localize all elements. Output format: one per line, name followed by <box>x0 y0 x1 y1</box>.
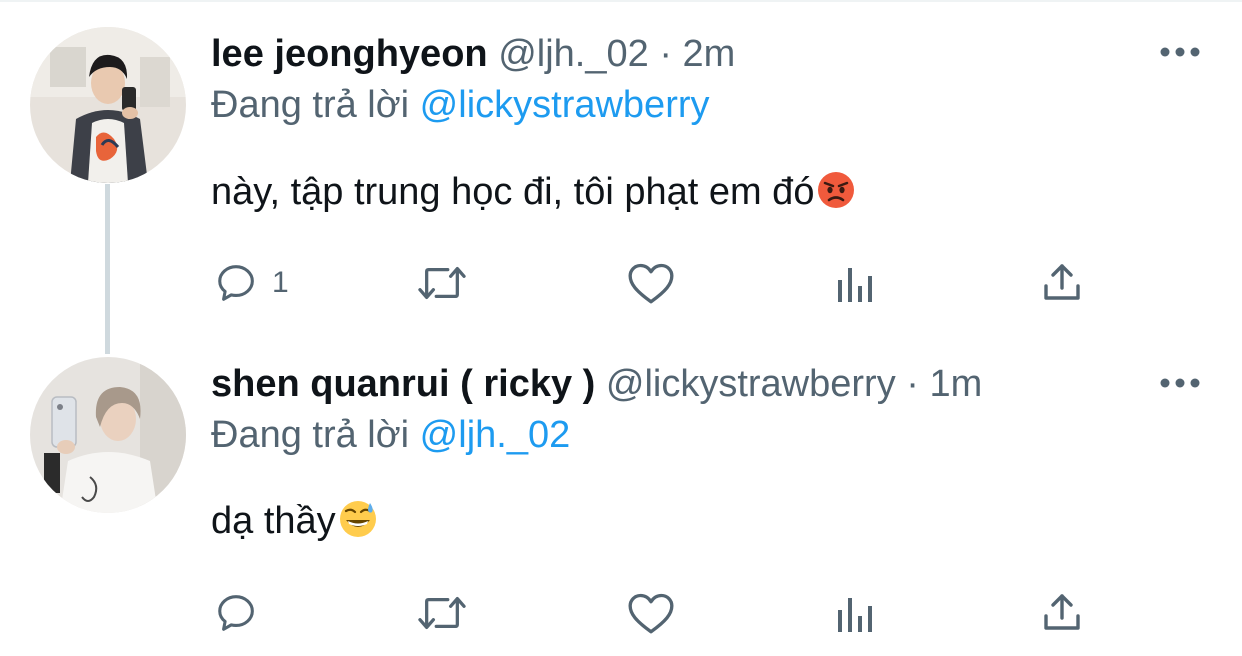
retweet-icon <box>418 596 466 630</box>
author-handle[interactable]: @ljh._02 <box>498 33 649 75</box>
retweet-button[interactable] <box>414 590 470 636</box>
tweet-text: dạ thầy <box>211 499 378 543</box>
like-icon <box>628 263 674 304</box>
separator-dot: · <box>906 363 919 405</box>
like-button[interactable] <box>626 260 676 306</box>
replying-to-mention[interactable]: @ljh._02 <box>420 414 571 456</box>
analytics-button[interactable] <box>834 262 878 304</box>
author-name[interactable]: lee jeonghyeon <box>211 33 488 75</box>
avatar-photo-image <box>30 357 186 513</box>
tweet-text: này, tập trung học đi, tôi phạt em đó <box>211 170 856 214</box>
retweet-button[interactable] <box>414 260 470 306</box>
tweet-header: lee jeonghyeon @ljh._02 · 2m <box>211 26 735 82</box>
share-icon <box>1044 264 1080 300</box>
more-icon[interactable] <box>1158 42 1202 62</box>
replying-to-label: Đang trả lời <box>211 84 410 126</box>
analytics-icon <box>838 598 872 632</box>
tweet-text-content: này, tập trung học đi, tôi phạt em đó <box>211 171 815 213</box>
more-icon[interactable] <box>1158 373 1202 393</box>
retweet-icon <box>418 266 466 300</box>
tweet-header: shen quanrui ( ricky ) @lickystrawberry … <box>211 356 982 412</box>
reply-count: 1 <box>272 266 289 299</box>
tweet-timestamp[interactable]: 1m <box>929 363 982 405</box>
replying-to-line: Đang trả lời @ljh._02 <box>211 414 570 457</box>
analytics-button[interactable] <box>834 592 878 634</box>
share-button[interactable] <box>1040 260 1084 304</box>
reply-button[interactable] <box>214 590 272 636</box>
grinning-sweat-emoji <box>339 501 376 537</box>
author-handle[interactable]: @lickystrawberry <box>606 363 896 405</box>
tweet-text-content: dạ thầy <box>211 500 336 542</box>
author-name[interactable]: shen quanrui ( ricky ) <box>211 363 595 405</box>
reply-icon <box>218 265 254 301</box>
avatar-shen-quanrui[interactable] <box>30 357 186 513</box>
reply-button[interactable]: 1 <box>214 260 289 306</box>
reply-icon <box>218 595 254 631</box>
avatar-lee-jeonghyeon[interactable] <box>30 27 186 183</box>
like-button[interactable] <box>626 590 676 636</box>
separator-dot: · <box>659 33 672 75</box>
top-divider <box>0 0 1242 2</box>
share-icon <box>1044 594 1080 630</box>
pouting-face-emoji <box>818 172 855 208</box>
thread-connector-line <box>105 184 110 354</box>
like-icon <box>628 593 674 634</box>
replying-to-line: Đang trả lời @lickystrawberry <box>211 84 710 127</box>
analytics-icon <box>838 268 872 302</box>
replying-to-mention[interactable]: @lickystrawberry <box>420 84 710 126</box>
share-button[interactable] <box>1040 590 1084 634</box>
tweet-timestamp[interactable]: 2m <box>683 33 736 75</box>
replying-to-label: Đang trả lời <box>211 414 410 456</box>
avatar-photo-image <box>30 27 186 183</box>
